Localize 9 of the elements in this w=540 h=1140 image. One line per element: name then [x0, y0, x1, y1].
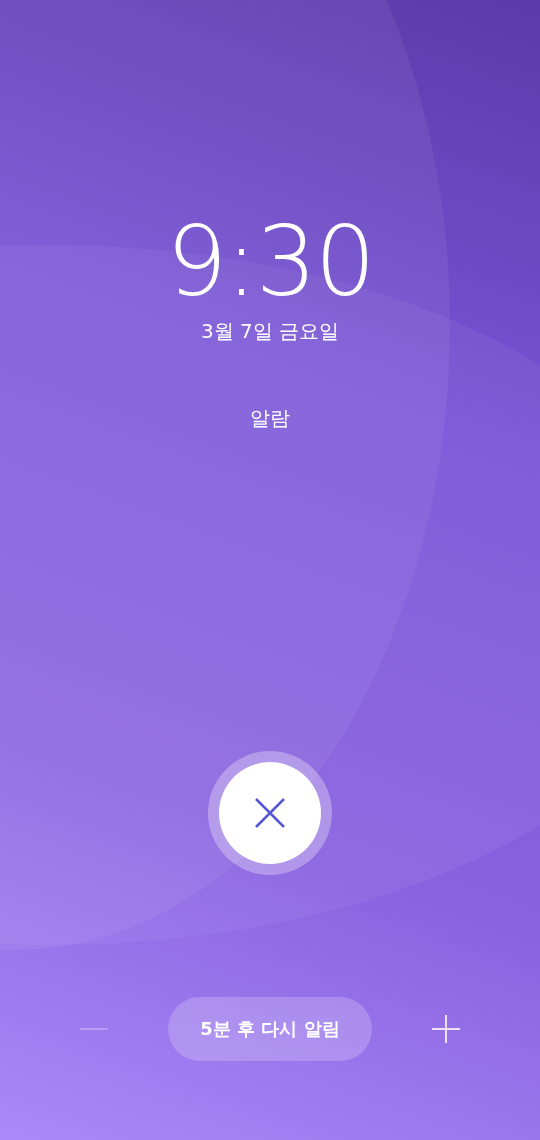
date-text: 3월 7일 금요일 — [200, 318, 340, 345]
alarm-label: 알람 — [250, 405, 290, 432]
increase-button[interactable] — [432, 1015, 460, 1043]
plus-icon — [432, 1015, 460, 1043]
close-icon — [254, 797, 286, 829]
minus-icon — [80, 1028, 108, 1030]
snooze-button[interactable]: 5분 후 다시 알림 — [168, 997, 372, 1061]
clock-time: 9:30 — [166, 212, 374, 312]
dismiss-button[interactable] — [219, 762, 321, 864]
